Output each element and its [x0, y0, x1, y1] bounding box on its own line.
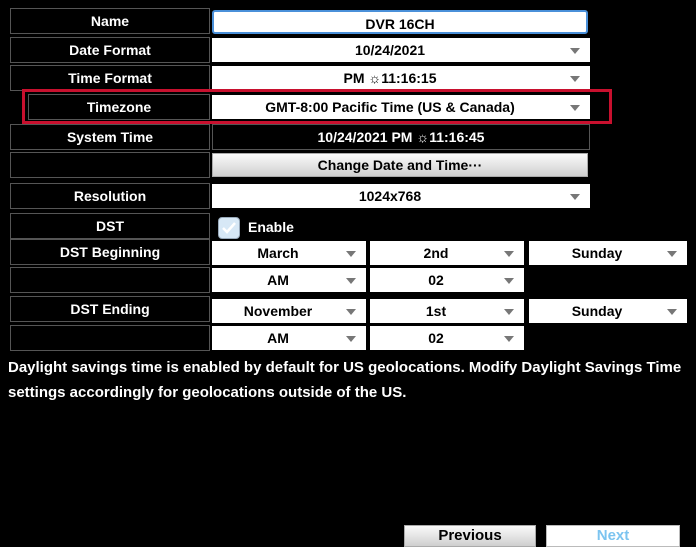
change-date-time-button[interactable]: Change Date and Time···	[212, 153, 588, 177]
dst-beginning-week-select[interactable]: 2nd	[370, 241, 524, 265]
dst-ending-label: DST Ending	[10, 296, 210, 322]
resolution-label: Resolution	[10, 183, 210, 209]
dst-enable-label: Enable	[248, 219, 294, 235]
dst-ending-hour-select[interactable]: 02	[370, 326, 524, 350]
time-format-label: Time Format	[10, 65, 210, 91]
dst-label: DST	[10, 213, 210, 239]
dst-ending-month-select[interactable]: November	[212, 299, 366, 323]
chevron-down-icon	[504, 336, 514, 342]
checkmark-icon	[222, 222, 236, 234]
dst-beginning-day-select[interactable]: Sunday	[529, 241, 687, 265]
date-format-label: Date Format	[10, 37, 210, 63]
dst-enable-checkbox[interactable]	[218, 217, 240, 239]
dst-beginning-hour-value: 02	[428, 272, 444, 288]
dst-beginning-day-value: Sunday	[571, 245, 623, 261]
dst-ending-ampm-value: AM	[267, 330, 289, 346]
resolution-select[interactable]: 1024x768	[212, 184, 590, 208]
dst-ending-day-select[interactable]: Sunday	[529, 299, 687, 323]
chevron-down-icon	[346, 309, 356, 315]
chevron-down-icon	[667, 251, 677, 257]
dst-info-note: Daylight savings time is enabled by defa…	[8, 359, 682, 401]
chevron-down-icon	[667, 309, 677, 315]
timezone-label: Timezone	[28, 94, 210, 120]
dst-ending-week-value: 1st	[425, 303, 447, 319]
resolution-value: 1024x768	[358, 188, 422, 204]
dst-ending-week-select[interactable]: 1st	[370, 299, 524, 323]
chevron-down-icon	[346, 278, 356, 284]
dst-beginning-label: DST Beginning	[10, 239, 210, 265]
dst-beginning-ampm-select[interactable]: AM	[212, 268, 366, 292]
date-format-value: 10/24/2021	[354, 42, 426, 58]
chevron-down-icon	[346, 336, 356, 342]
dst-beginning-hour-select[interactable]: 02	[370, 268, 524, 292]
empty-label-cell	[10, 267, 210, 293]
timezone-select[interactable]: GMT-8:00 Pacific Time (US & Canada)	[212, 95, 590, 119]
chevron-down-icon	[346, 251, 356, 257]
dst-beginning-ampm-value: AM	[267, 272, 289, 288]
chevron-down-icon	[504, 278, 514, 284]
chevron-down-icon	[504, 251, 514, 257]
time-format-value: PM ☼11:16:15	[343, 70, 437, 86]
chevron-down-icon	[570, 76, 580, 82]
name-label: Name	[10, 8, 210, 34]
dst-beginning-week-value: 2nd	[423, 245, 449, 261]
dst-beginning-month-select[interactable]: March	[212, 241, 366, 265]
timezone-value: GMT-8:00 Pacific Time (US & Canada)	[265, 99, 515, 115]
date-format-select[interactable]: 10/24/2021	[212, 38, 590, 62]
name-input[interactable]: DVR 16CH	[212, 10, 588, 34]
dst-ending-ampm-select[interactable]: AM	[212, 326, 366, 350]
dst-ending-day-value: Sunday	[571, 303, 623, 319]
dst-beginning-month-value: March	[257, 245, 299, 261]
dst-ending-month-value: November	[243, 303, 313, 319]
system-time-label: System Time	[10, 124, 210, 150]
time-format-select[interactable]: PM ☼11:16:15	[212, 66, 590, 90]
chevron-down-icon	[504, 309, 514, 315]
system-time-value: 10/24/2021 PM ☼11:16:45	[212, 124, 590, 150]
dst-ending-hour-value: 02	[428, 330, 444, 346]
chevron-down-icon	[570, 105, 580, 111]
chevron-down-icon	[570, 48, 580, 54]
empty-label-cell	[10, 325, 210, 351]
empty-label-cell	[10, 152, 210, 178]
chevron-down-icon	[570, 194, 580, 200]
